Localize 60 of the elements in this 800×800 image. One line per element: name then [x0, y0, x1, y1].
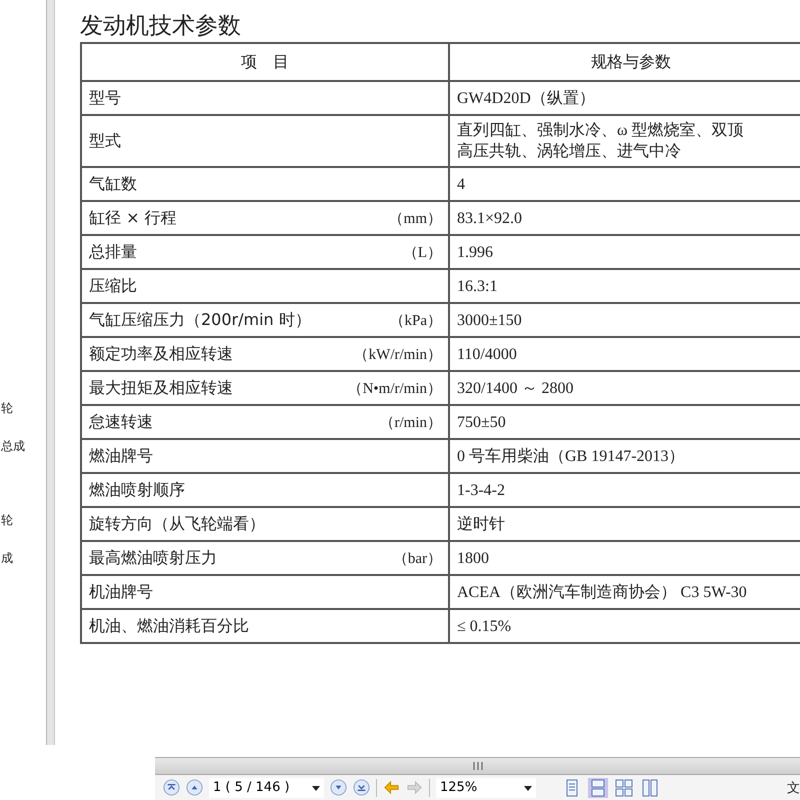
section-heading: 发动机技术参数 — [80, 12, 242, 41]
sidebar-item[interactable]: 轮 — [0, 400, 46, 438]
back-arrow-icon[interactable] — [383, 779, 400, 796]
parameter-value: 4 — [457, 174, 465, 194]
sidebar-item[interactable]: 轮 — [0, 512, 46, 550]
grid-view-icon[interactable] — [614, 778, 634, 798]
parameter-name: 型式 — [89, 130, 121, 152]
parameter-name: 最大扭矩及相应转速 — [89, 378, 233, 398]
parameter-value: 0 号车用柴油（GB 19147-2013） — [457, 446, 685, 466]
unit-label: （N•m/r/min） — [348, 380, 442, 398]
parameter-name: 额定功率及相应转速 — [89, 344, 233, 364]
unit-label: （kW/r/min） — [354, 346, 442, 364]
parameter-name: 燃油牌号 — [89, 446, 153, 466]
parameter-name: 型号 — [89, 88, 121, 108]
parameter-value: 320/1400 ～ 2800 — [457, 378, 574, 398]
parameter-value: 1.996 — [457, 242, 493, 262]
parameter-name: 机油、燃油消耗百分比 — [89, 616, 249, 636]
parameter-value: 1800 — [457, 548, 489, 568]
unit-label: （mm） — [388, 210, 442, 228]
parameter-value: 1-3-4-2 — [457, 480, 505, 500]
zoom-field[interactable]: 125% — [436, 778, 536, 798]
parameter-name: 气缸压缩压力（200r/min 时） — [89, 310, 311, 330]
parameter-value: 750±50 — [457, 412, 506, 432]
parameter-value: 110/4000 — [457, 344, 517, 364]
parameter-value: ≤ 0.15% — [457, 616, 512, 636]
next-page-icon[interactable] — [330, 779, 347, 796]
parameter-name: 旋转方向（从飞轮端看） — [89, 514, 265, 534]
parameter-name: 最高燃油喷射压力 — [89, 548, 217, 568]
last-page-icon[interactable] — [353, 779, 370, 796]
parameter-value: 高压共轨、涡轮增压、进气中冷 — [457, 142, 682, 162]
unit-label: （L） — [402, 244, 442, 262]
menu-label[interactable]: 文 — [787, 778, 800, 796]
parameter-value: 3000±150 — [457, 310, 522, 330]
parameter-name: 总排量 — [89, 242, 137, 262]
column-header: 规格与参数 — [590, 50, 672, 72]
parameter-name: 怠速转速 — [89, 412, 153, 432]
horizontal-scrollbar[interactable] — [155, 757, 800, 775]
previous-page-icon[interactable] — [186, 779, 203, 796]
unit-label: （kPa） — [390, 312, 442, 330]
two-column-icon[interactable] — [640, 778, 660, 798]
sidebar-item[interactable]: 成 — [0, 550, 46, 588]
parameter-value: ACEA（欧洲汽车制造商协会） C3 5W-30 — [457, 582, 747, 602]
parameter-name: 缸径 × 行程 — [89, 208, 177, 228]
parameter-name: 压缩比 — [89, 276, 137, 296]
parameter-name: 气缸数 — [89, 174, 137, 194]
grip-icon — [472, 762, 482, 770]
page-number-field[interactable]: 1 ( 5 / 146 ) — [209, 778, 324, 798]
continuous-page-icon[interactable] — [588, 778, 608, 798]
sidebar-item[interactable]: 总成 — [0, 438, 46, 476]
parameter-value: GW4D20D（纵置） — [457, 88, 595, 108]
parameter-value: 直列四缸、强制水冷、ω 型燃烧室、双顶 — [457, 120, 744, 141]
first-page-icon[interactable] — [163, 779, 180, 796]
column-header: 项 目 — [82, 44, 450, 80]
unit-label: （bar） — [392, 550, 442, 568]
parameter-value: 16.3:1 — [457, 276, 498, 296]
parameter-name: 机油牌号 — [89, 582, 153, 602]
parameter-value: 逆时针 — [457, 514, 505, 534]
unit-label: （r/min） — [380, 414, 442, 432]
parameter-value: 83.1×92.0 — [457, 208, 522, 228]
parameter-name: 燃油喷射顺序 — [89, 480, 185, 500]
